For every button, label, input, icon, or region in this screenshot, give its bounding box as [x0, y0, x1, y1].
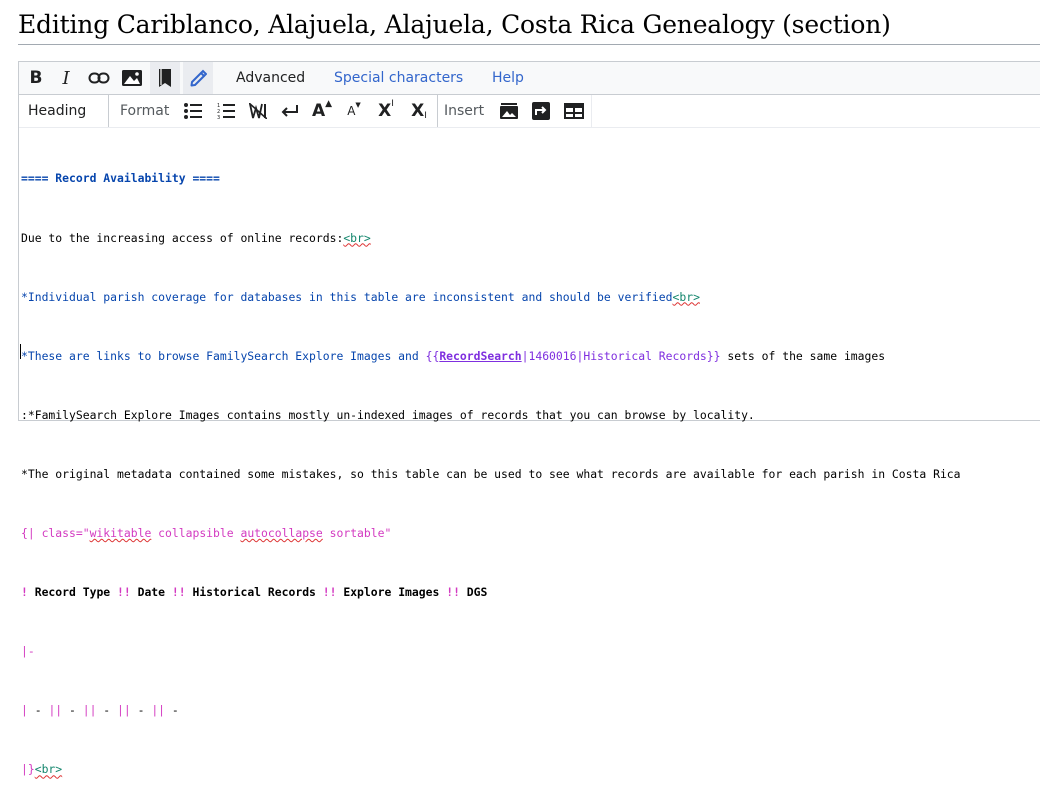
html-tag: <br>	[672, 289, 700, 304]
newline-icon	[281, 105, 298, 117]
link-icon	[88, 72, 110, 84]
redirect-icon	[532, 102, 550, 120]
text-line: :*FamilySearch Explore Images contains m…	[21, 407, 755, 422]
main-toolbar: B I Advanced Special characters Help	[19, 62, 1040, 95]
big-text-label: A	[311, 101, 326, 121]
html-tag: <br>	[343, 230, 371, 245]
wikitext-content[interactable]: ==== Record Availability ==== Due to the…	[21, 130, 961, 812]
section-heading-line: ==== Record Availability ====	[21, 171, 220, 186]
syntax-highlight-button[interactable]	[183, 62, 213, 94]
table-header-line: ! Record Type !! Date !! Historical Reco…	[21, 585, 488, 600]
table-open-line: {| class="wikitable collapsible autocoll…	[21, 525, 392, 540]
book-bookmark-icon	[159, 69, 171, 87]
numbered-list-button[interactable]: 1 2 3	[214, 95, 238, 127]
gallery-icon	[500, 103, 518, 119]
subscript-label: X	[411, 101, 425, 121]
toolbar-separator	[437, 95, 438, 127]
table-row-line: | - || - || - || - || -	[21, 703, 179, 718]
image-button[interactable]	[118, 62, 146, 94]
gallery-button[interactable]	[497, 95, 521, 127]
small-text-label: A	[347, 104, 356, 118]
bulleted-list-icon	[184, 103, 202, 119]
highlighter-pencil-icon	[190, 69, 207, 87]
toolbar-separator	[591, 95, 592, 127]
bulleted-list-button[interactable]	[181, 95, 205, 127]
table-button[interactable]	[562, 95, 586, 127]
tab-advanced[interactable]: Advanced	[236, 62, 305, 94]
html-tag: <br>	[34, 762, 63, 777]
toolbar-separator	[108, 95, 109, 127]
title-divider	[18, 44, 1040, 45]
link-button[interactable]	[85, 62, 113, 94]
text-line: Due to the increasing access of online r…	[21, 230, 371, 245]
bold-button[interactable]: B	[23, 62, 49, 94]
numbered-list-icon: 1 2 3	[217, 103, 235, 119]
arrow-down-icon: ▼	[355, 101, 361, 109]
text-line: *The original metadata contained some mi…	[21, 466, 961, 481]
nowiki-button[interactable]	[246, 95, 270, 127]
text-cursor	[20, 344, 21, 359]
svg-text:3: 3	[217, 115, 220, 119]
text-line: *Individual parish coverage for database…	[21, 289, 700, 304]
advanced-toolbar: Heading Format 1 2 3 A ▲ A ▼ X I X I Ins…	[19, 95, 1040, 128]
table-row-separator-line: |-	[21, 644, 35, 659]
template-open: {{	[425, 348, 440, 363]
subscript-button[interactable]: XI	[407, 95, 431, 127]
format-group-label: Format	[120, 103, 170, 119]
big-text-button[interactable]: A ▲	[311, 95, 333, 127]
newline-button[interactable]	[278, 95, 302, 127]
italic-label: I	[62, 67, 70, 89]
subscript-mark: I	[424, 111, 427, 121]
superscript-mark: I	[391, 99, 394, 109]
superscript-label: X	[378, 101, 392, 121]
page-title: Editing Cariblanco, Alajuela, Alajuela, …	[18, 10, 891, 39]
superscript-button[interactable]: XI	[374, 95, 398, 127]
template-params: |1460016|Historical Records}}	[521, 348, 721, 363]
redirect-button[interactable]	[529, 95, 553, 127]
tab-help[interactable]: Help	[492, 62, 524, 94]
table-close-line: |}<br>	[21, 762, 63, 777]
text-line: *These are links to browse FamilySearch …	[21, 348, 886, 363]
table-icon	[564, 103, 584, 119]
arrow-up-icon: ▲	[325, 99, 333, 109]
italic-button[interactable]: I	[53, 62, 79, 94]
wikitext-editor[interactable]: B I Advanced Special characters Help Hea…	[18, 61, 1040, 776]
image-icon	[122, 70, 142, 86]
citation-button[interactable]	[150, 62, 180, 94]
tab-special-characters[interactable]: Special characters	[334, 62, 463, 94]
heading-dropdown[interactable]: Heading	[28, 95, 86, 127]
small-text-button[interactable]: A ▼	[343, 95, 365, 127]
insert-group-label: Insert	[444, 103, 485, 119]
bold-label: B	[29, 68, 43, 88]
template-name: RecordSearch	[439, 348, 522, 363]
nowiki-icon	[249, 103, 267, 119]
